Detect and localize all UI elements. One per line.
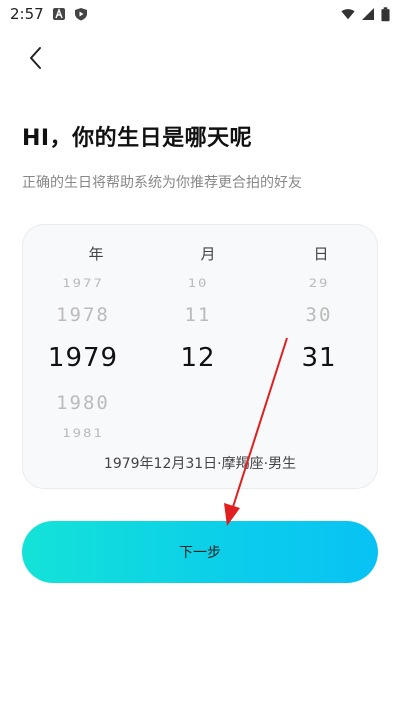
year-option[interactable]: 1981: [62, 428, 104, 441]
cell-signal-icon: [362, 8, 374, 20]
wifi-icon: [341, 9, 355, 20]
next-button[interactable]: 下一步: [22, 521, 378, 583]
day-option[interactable]: 30: [306, 304, 333, 326]
birthday-picker: 年 月 日 1977 1978 1979 1980 1981 10 11 12 …: [22, 224, 378, 489]
year-option[interactable]: 1978: [56, 304, 110, 326]
day-column-header: 日: [313, 245, 329, 263]
month-option[interactable]: 10: [188, 278, 209, 291]
status-bar: 2:57: [0, 0, 400, 28]
next-button-label: 下一步: [179, 544, 221, 560]
birthday-summary: 1979年12月31日·摩羯座·男生: [103, 456, 297, 472]
page-subtitle: 正确的生日将帮助系统为你推荐更合拍的好友: [22, 175, 302, 191]
year-option[interactable]: 1980: [56, 392, 110, 414]
month-column-header: 月: [200, 245, 216, 263]
year-column-header: 年: [88, 245, 104, 263]
status-right: [341, 6, 390, 22]
year-option[interactable]: 1977: [62, 278, 104, 291]
month-option-selected[interactable]: 12: [180, 343, 215, 373]
chevron-left-icon: [30, 47, 41, 69]
status-time: 2:57: [10, 5, 44, 23]
status-left: 2:57: [10, 5, 88, 23]
page-title: HI，你的生日是哪天呢: [22, 126, 253, 151]
day-option-selected[interactable]: 31: [301, 343, 336, 373]
day-option[interactable]: 29: [309, 278, 330, 291]
back-button[interactable]: [20, 42, 50, 74]
notification-a-icon: [52, 8, 65, 20]
month-option[interactable]: 11: [185, 304, 212, 326]
battery-icon: [381, 6, 390, 21]
shield-play-icon: [74, 8, 87, 21]
year-option-selected[interactable]: 1979: [48, 343, 118, 373]
